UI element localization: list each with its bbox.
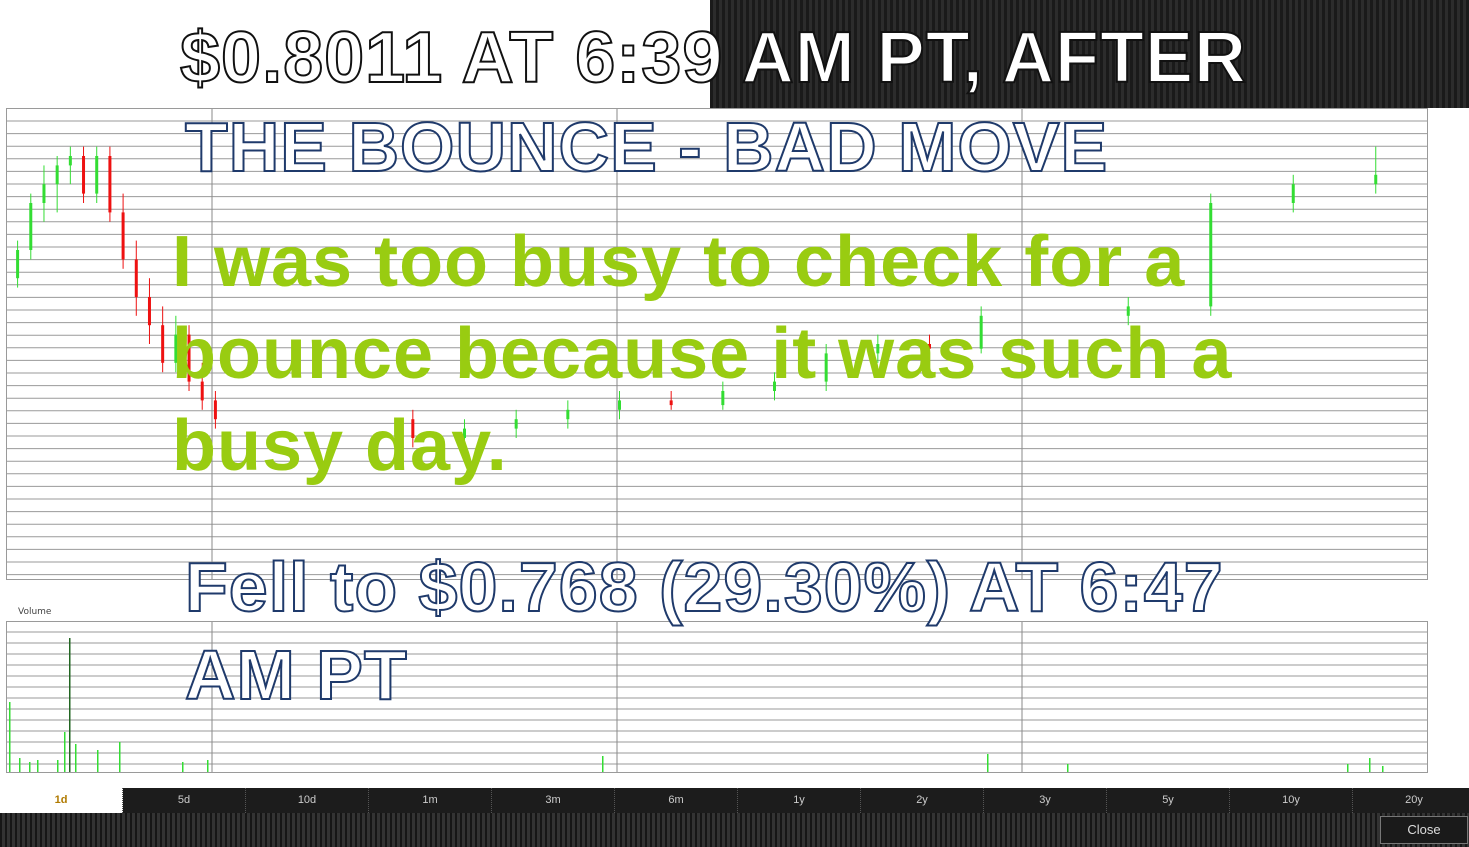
candle-body <box>42 184 46 203</box>
close-button[interactable]: Close <box>1380 816 1468 844</box>
volume-bar <box>207 760 209 772</box>
volume-bar <box>602 756 604 772</box>
volume-label: Volume <box>18 607 52 617</box>
candle-body <box>95 156 99 194</box>
volume-bar <box>19 758 21 772</box>
price-axis <box>1430 108 1464 578</box>
time-range-tab-2y[interactable]: 2y <box>861 788 984 813</box>
time-range-tab-6m[interactable]: 6m <box>615 788 738 813</box>
volume-bar <box>29 762 31 772</box>
volume-bar <box>1369 758 1371 772</box>
candle-body <box>1291 184 1295 203</box>
time-range-tab-5y[interactable]: 5y <box>1107 788 1230 813</box>
volume-bar <box>64 732 66 772</box>
comment-line-3: busy day. <box>172 406 508 486</box>
time-range-tab-1m[interactable]: 1m <box>369 788 492 813</box>
candle-body <box>68 156 72 166</box>
time-range-tab-3m[interactable]: 3m <box>492 788 615 813</box>
headline-line-1: $0.8011 AT 6:39 AM PT, AFTER <box>179 18 1248 98</box>
volume-bar <box>57 760 59 772</box>
noise-footer-strip <box>0 812 1469 847</box>
time-range-tab-3y[interactable]: 3y <box>984 788 1107 813</box>
fall-line-2: AM PT <box>184 636 408 714</box>
comment-line-1: I was too busy to check for a <box>172 222 1186 302</box>
volume-bar <box>1382 766 1384 772</box>
volume-bar <box>9 702 11 772</box>
volume-bar <box>97 750 99 772</box>
candle-body <box>134 259 138 297</box>
volume-bar <box>987 754 989 772</box>
candle-body <box>16 250 20 279</box>
candle-body <box>108 156 112 213</box>
time-range-tab-5d[interactable]: 5d <box>123 788 246 813</box>
candle-body <box>121 212 125 260</box>
candle-body <box>161 325 165 363</box>
volume-bar <box>119 742 121 772</box>
volume-bar <box>75 744 77 772</box>
candle-body <box>514 419 518 429</box>
volume-bar <box>69 638 71 772</box>
candle-body <box>29 203 33 250</box>
time-range-tab-1y[interactable]: 1y <box>738 788 861 813</box>
candle-body <box>566 409 570 420</box>
fall-line-1: Fell to $0.768 (29.30%) AT 6:47 <box>184 548 1224 626</box>
time-range-tab-10y[interactable]: 10y <box>1230 788 1353 813</box>
time-range-tab-10d[interactable]: 10d <box>246 788 369 813</box>
candle-body <box>1209 203 1213 307</box>
time-range-tab-1d[interactable]: 1d <box>0 788 123 813</box>
candle-body <box>82 156 86 194</box>
candle-body <box>147 297 151 326</box>
volume-bar <box>37 760 39 772</box>
volume-bar <box>1067 764 1069 772</box>
headline-line-2: THE BOUNCE - BAD MOVE <box>184 108 1109 186</box>
volume-bar <box>1347 764 1349 772</box>
volume-bar <box>182 762 184 772</box>
candle-body <box>55 165 59 185</box>
time-range-tab-20y[interactable]: 20y <box>1353 788 1469 813</box>
volume-axis <box>1430 621 1464 771</box>
time-range-bar: 1d 5d 10d 1m 3m 6m 1y 2y 3y 5y 10y 20y <box>0 788 1469 813</box>
candle-body <box>669 400 673 406</box>
candle-body <box>1374 174 1378 185</box>
comment-line-2: bounce because it was such a <box>172 314 1233 394</box>
candle-body <box>618 400 621 410</box>
